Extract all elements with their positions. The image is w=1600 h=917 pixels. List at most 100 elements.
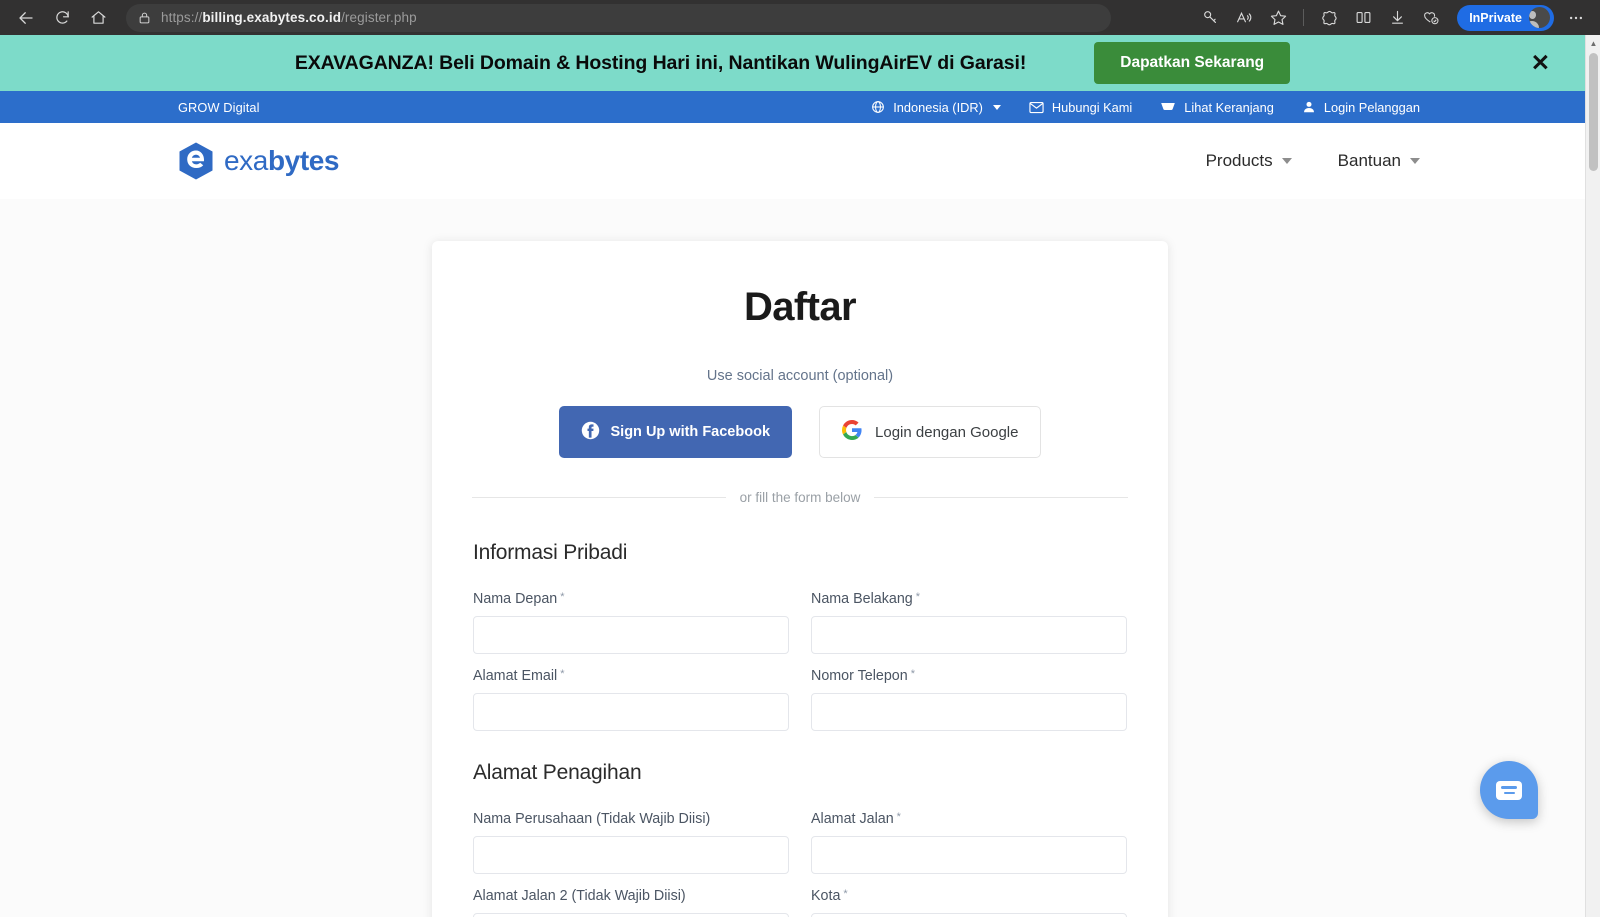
nav-item-bantuan[interactable]: Bantuan (1338, 151, 1420, 171)
input-alamat-email[interactable] (473, 693, 789, 731)
globe-icon (871, 100, 885, 114)
field-alamat-jalan-2: Alamat Jalan 2 (Tidak Wajib Diisi) (473, 888, 789, 917)
label-nama-depan: Nama Depan * (473, 591, 565, 607)
site-header: exabytes Products Bantuan (0, 123, 1600, 199)
field-nama-depan: Nama Depan * (473, 591, 789, 654)
nav-item-products[interactable]: Products (1206, 151, 1292, 171)
page-title: Daftar (744, 285, 857, 329)
input-kota[interactable] (811, 913, 1127, 917)
currency-selector[interactable]: Indonesia (IDR) (871, 100, 1001, 115)
inprivate-badge[interactable]: InPrivate (1457, 4, 1554, 31)
currency-label: Indonesia (IDR) (893, 99, 983, 115)
input-nama-perusahaan[interactable] (473, 836, 789, 874)
field-alamat-jalan: Alamat Jalan * (811, 811, 1127, 874)
back-icon[interactable] (10, 4, 42, 32)
downloads-icon[interactable] (1381, 4, 1413, 32)
customer-login-link[interactable]: Login Pelanggan (1302, 100, 1420, 115)
exabytes-hexagon-icon (178, 141, 214, 181)
user-icon (1302, 100, 1316, 114)
facebook-button-label: Sign Up with Facebook (610, 424, 771, 440)
field-kota: Kota * (811, 888, 1127, 917)
chevron-down-icon (992, 104, 1001, 110)
collections-icon[interactable] (1415, 4, 1447, 32)
google-icon (842, 420, 862, 444)
cart-icon (1160, 101, 1176, 114)
required-marker: * (560, 668, 565, 680)
label-alamat-jalan-2: Alamat Jalan 2 (Tidak Wajib Diisi) (473, 888, 686, 904)
divider-label: or fill the form below (739, 490, 861, 505)
exabytes-wordmark: exabytes (224, 145, 340, 177)
read-aloud-icon[interactable] (1228, 4, 1260, 32)
chat-widget-button[interactable] (1480, 761, 1538, 819)
avatar (1529, 7, 1550, 28)
personal-info-fields: Nama Depan * Nama Belakang * Alamat Email *… (462, 591, 1138, 731)
field-nama-perusahaan: Nama Perusahaan (Tidak Wajib Diisi) (473, 811, 789, 874)
chat-icon (1496, 780, 1522, 800)
facebook-icon (581, 421, 600, 444)
contact-us-link[interactable]: Hubungi Kami (1029, 100, 1132, 115)
exabytes-logo[interactable]: exabytes (178, 141, 340, 181)
settings-more-icon[interactable] (1560, 4, 1592, 32)
refresh-icon[interactable] (46, 4, 78, 32)
page-content: Daftar Use social account (optional) Sig… (0, 199, 1600, 917)
logo-bold-text: bytes (267, 145, 340, 176)
view-cart-link[interactable]: Lihat Keranjang (1160, 100, 1274, 115)
input-alamat-jalan[interactable] (811, 836, 1127, 874)
page-viewport: EXAVAGANZA! Beli Domain & Hosting Hari i… (0, 35, 1600, 917)
registration-card: Daftar Use social account (optional) Sig… (432, 241, 1168, 917)
logo-thin-text: exa (224, 145, 268, 176)
label-alamat-email: Alamat Email * (473, 668, 565, 684)
scroll-up-icon[interactable]: ▲ (1586, 35, 1600, 51)
contact-us-label: Hubungi Kami (1051, 99, 1133, 115)
key-icon[interactable] (1194, 4, 1226, 32)
google-login-button[interactable]: Login dengan Google (819, 406, 1042, 458)
promo-cta-button[interactable]: Dapatkan Sekarang (1094, 42, 1291, 84)
social-buttons-row: Sign Up with Facebook Login dengan Googl… (462, 406, 1138, 458)
lock-icon (138, 11, 151, 25)
facebook-signup-button[interactable]: Sign Up with Facebook (558, 406, 793, 458)
required-marker: * (910, 668, 915, 680)
input-alamat-jalan-2[interactable] (473, 913, 789, 917)
required-marker: * (560, 591, 565, 603)
utility-bar: GROW Digital Indonesia (IDR) Hubungi Kam… (0, 91, 1600, 123)
split-screen-icon[interactable] (1347, 4, 1379, 32)
customer-login-label: Login Pelanggan (1323, 99, 1420, 115)
chevron-down-icon (1410, 158, 1420, 164)
required-marker: * (843, 888, 848, 900)
toolbar-divider (1303, 9, 1305, 26)
label-kota: Kota * (811, 888, 848, 904)
chevron-down-icon (1281, 158, 1292, 164)
browser-essentials-icon[interactable] (1313, 4, 1345, 32)
home-icon[interactable] (82, 4, 114, 32)
input-nama-belakang[interactable] (811, 616, 1127, 654)
address-bar[interactable]: https://billing.exabytes.co.id/register.… (126, 3, 1111, 32)
url-text: https://billing.exabytes.co.id/register.… (161, 10, 417, 25)
label-nomor-telepon: Nomor Telepon * (811, 668, 915, 684)
field-alamat-email: Alamat Email * (473, 668, 789, 731)
nav-bantuan-label: Bantuan (1337, 151, 1401, 170)
field-nama-belakang: Nama Belakang * (811, 591, 1127, 654)
grow-digital-link[interactable]: GROW Digital (178, 100, 260, 115)
social-account-label: Use social account (optional) (706, 368, 894, 384)
label-nama-perusahaan: Nama Perusahaan (Tidak Wajib Diisi) (473, 811, 711, 827)
field-nomor-telepon: Nomor Telepon * (811, 668, 1127, 731)
promo-text: EXAVAGANZA! Beli Domain & Hosting Hari i… (294, 51, 1027, 74)
page-scrollbar[interactable]: ▲ (1585, 35, 1600, 917)
main-navigation: Products Bantuan (1206, 151, 1420, 171)
label-alamat-jalan: Alamat Jalan * (811, 811, 901, 827)
input-nomor-telepon[interactable] (811, 693, 1127, 731)
scrollbar-thumb[interactable] (1589, 53, 1598, 171)
browser-actions: InPrivate (1194, 4, 1600, 32)
required-marker: * (896, 811, 901, 823)
form-divider: or fill the form below (472, 490, 1128, 505)
view-cart-label: Lihat Keranjang (1184, 99, 1274, 115)
nav-products-label: Products (1205, 151, 1273, 170)
google-button-label: Login dengan Google (875, 423, 1019, 441)
browser-nav-buttons (0, 4, 114, 32)
promo-banner: EXAVAGANZA! Beli Domain & Hosting Hari i… (0, 35, 1600, 91)
input-nama-depan[interactable] (473, 616, 789, 654)
close-icon[interactable]: ✕ (1531, 51, 1550, 75)
browser-toolbar: https://billing.exabytes.co.id/register.… (0, 0, 1600, 35)
inprivate-label: InPrivate (1469, 10, 1522, 25)
favorites-star-icon[interactable] (1262, 4, 1294, 32)
